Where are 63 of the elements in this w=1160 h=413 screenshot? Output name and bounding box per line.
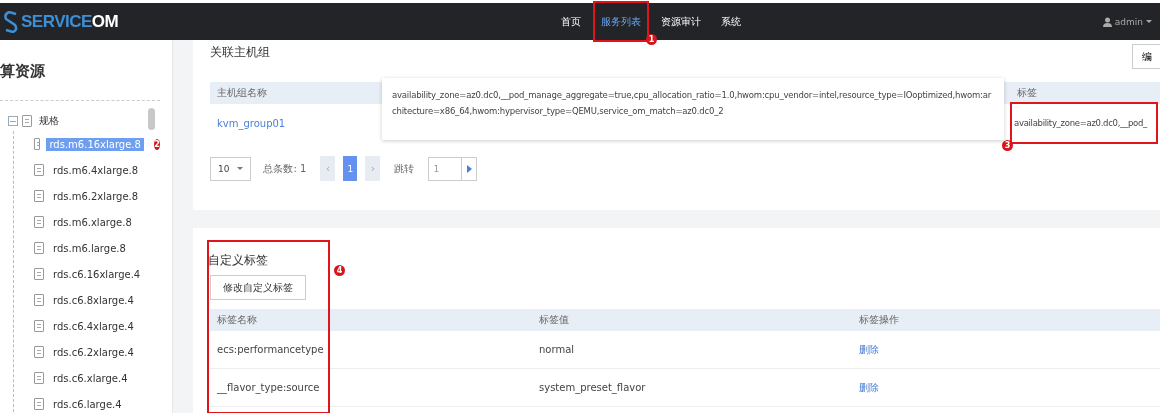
nav-tab[interactable]: 首页	[561, 11, 581, 33]
tree-item[interactable]: rds.c6.16xlarge.4	[50, 267, 144, 281]
callout-badge: 3	[1002, 140, 1013, 151]
logo-icon	[3, 10, 19, 33]
tree-item[interactable]: rds.c6.8xlarge.4	[50, 293, 137, 307]
document-icon	[34, 294, 44, 306]
edit-tags-button[interactable]: 修改自定义标签	[210, 275, 306, 300]
tree-item[interactable]: rds.m6.4xlarge.8	[50, 163, 142, 177]
tree-item[interactable]: rds.c6.xlarge.4	[50, 371, 131, 385]
tree-item[interactable]: rds.c6.4xlarge.4	[50, 319, 137, 333]
tree-item[interactable]: rds.m6.xlarge.8	[50, 215, 135, 229]
caret-icon	[237, 167, 244, 170]
highlight-frame	[593, 1, 649, 42]
table-cell-text: availability_zone=az0.dc0,__pod_	[1013, 118, 1147, 128]
table-cell-text: ecs:performancetype	[216, 344, 325, 355]
document-icon	[34, 372, 44, 384]
user-icon	[1102, 16, 1112, 27]
sidebar-title: 算资源	[0, 61, 46, 82]
collapse-toggle-icon[interactable]	[8, 116, 18, 126]
document-icon	[34, 346, 44, 358]
tree-item[interactable]: 规格	[36, 113, 62, 129]
document-icon	[22, 115, 32, 127]
callout-badge: 2	[153, 138, 160, 150]
column-header: 标签值	[538, 313, 570, 327]
total-count: 总条数: 1	[263, 161, 307, 176]
group-link[interactable]: kvm_group01	[210, 117, 370, 129]
document-icon	[34, 268, 44, 280]
column-header: 标签名称	[216, 313, 258, 327]
column-header: 主机组名称	[216, 86, 268, 100]
table-cell-text: normal	[538, 344, 576, 355]
jump-label: 跳转	[394, 161, 415, 176]
caret-icon	[1146, 20, 1152, 23]
nav-tab[interactable]: 资源审计	[661, 11, 701, 33]
table-cell-text: __flavor_type:source	[216, 382, 321, 393]
document-icon	[34, 164, 44, 176]
scrollbar-thumb[interactable]	[148, 108, 155, 130]
document-icon	[34, 398, 44, 410]
section-title: 自定义标签	[208, 252, 269, 269]
callout-badge: 4	[334, 265, 345, 276]
tree-item[interactable]: rds.m6.2xlarge.8	[50, 189, 142, 203]
document-icon	[34, 242, 44, 254]
document-icon	[34, 320, 44, 332]
edit-button[interactable]: 编	[1132, 44, 1160, 69]
go-button[interactable]	[462, 156, 478, 181]
delete-link[interactable]: 删除	[852, 342, 1160, 357]
tree-item[interactable]: rds.c6.large.4	[50, 397, 125, 411]
play-icon	[466, 164, 472, 173]
document-icon	[34, 138, 41, 150]
user-menu[interactable]: admin	[1102, 16, 1160, 27]
nav-tab[interactable]: 服务列表	[601, 11, 641, 33]
tree-item[interactable]: rds.m6.large.8	[50, 241, 129, 255]
section-title: 关联主机组	[210, 44, 270, 61]
table-cell-text: system_preset_flavor	[538, 382, 647, 393]
nav-tab[interactable]: 系统	[721, 11, 741, 33]
column-header: 标签操作	[858, 313, 900, 327]
tree-item[interactable]: rds.c6.2xlarge.4	[50, 345, 137, 359]
document-icon	[34, 190, 44, 202]
logo-text: SERVICEOM	[21, 11, 119, 32]
tooltip: availability_zone=az0.dc0,__pod_manage_aggregate=true,cpu_allocation_ratio=1.0,hwom:cpu_vendor=intel,resource_type=IOoptimized,hwom:architecture=x86_64,hwom:hypervisor_type=QEMU,service_om_match=az0.dc0_2	[382, 78, 1004, 140]
page-size-dropdown[interactable]: 10	[210, 156, 252, 181]
document-icon	[34, 216, 44, 228]
column-header: 标签	[1016, 86, 1038, 100]
delete-link[interactable]: 删除	[852, 380, 1160, 395]
